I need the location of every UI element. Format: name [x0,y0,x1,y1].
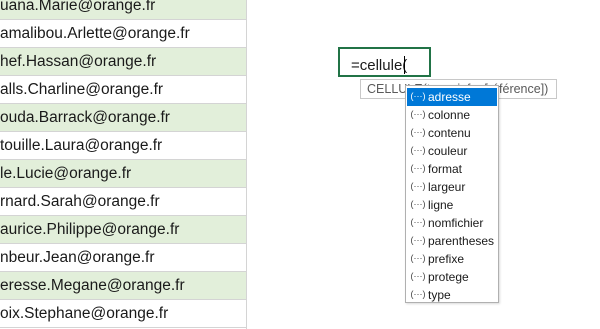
autocomplete-item-protege[interactable]: (···) protege [407,268,497,286]
autocomplete-item-label: parentheses [428,234,495,248]
cell-text: nbeur.Jean@orange.fr [0,249,155,266]
argument-icon: (···) [410,91,426,101]
cell-text: eresse.Megane@orange.fr [0,277,185,294]
text-caret [404,56,405,74]
autocomplete-item-label: format [428,162,463,176]
argument-icon: (···) [410,163,426,173]
autocomplete-item-ligne[interactable]: (···) ligne [407,196,497,214]
cell-a-email[interactable]: rnard.Sarah@orange.fr [0,188,246,216]
cell-a-email[interactable]: eresse.Megane@orange.fr [0,272,246,300]
cell-text: touille.Laura@orange.fr [0,137,163,154]
argument-icon: (···) [410,199,426,209]
argument-icon: (···) [410,181,426,191]
autocomplete-item-largeur[interactable]: (···) largeur [407,178,497,196]
cell-a-email[interactable]: uana.Marie@orange.fr [0,0,246,20]
cell-text: uana.Marie@orange.fr [0,0,156,14]
autocomplete-item-label: prefixe [428,252,465,266]
cell-text: aurice.Philippe@orange.fr [0,221,180,238]
cell-text: ouda.Barrack@orange.fr [0,109,170,126]
autocomplete-item-contenu[interactable]: (···) contenu [407,124,497,142]
autocomplete-item-label: adresse [428,90,471,104]
column-a: uana.Marie@orange.fr amalibou.Arlette@or… [0,0,247,329]
cell-a-email[interactable]: ouda.Barrack@orange.fr [0,104,246,132]
autocomplete-item-type[interactable]: (···) type [407,286,497,304]
autocomplete-item-label: protege [428,270,469,284]
cell-a-email[interactable]: nbeur.Jean@orange.fr [0,244,246,272]
argument-icon: (···) [410,271,426,281]
argument-icon: (···) [410,109,426,119]
autocomplete-item-parentheses[interactable]: (···) parentheses [407,232,497,250]
cell-a-email[interactable]: amalibou.Arlette@orange.fr [0,20,246,48]
formula-input-text[interactable]: =cellule( [351,57,407,74]
argument-icon: (···) [410,253,426,263]
autocomplete-item-couleur[interactable]: (···) couleur [407,142,497,160]
cell-a-email[interactable]: oix.Stephane@orange.fr [0,300,246,328]
argument-icon: (···) [410,235,426,245]
autocomplete-item-adresse[interactable]: (···) adresse [407,88,497,106]
autocomplete-item-format[interactable]: (···) format [407,160,497,178]
autocomplete-item-label: contenu [428,126,471,140]
argument-icon: (···) [410,145,426,155]
cell-a-email[interactable]: le.Lucie@orange.fr [0,160,246,188]
autocomplete-item-label: type [428,288,451,302]
cell-a-email[interactable]: touille.Laura@orange.fr [0,132,246,160]
argument-icon: (···) [410,289,426,299]
cell-text: oix.Stephane@orange.fr [0,305,169,322]
autocomplete-item-nomfichier[interactable]: (···) nomfichier [407,214,497,232]
cell-text: alls.Charline@orange.fr [0,81,164,98]
autocomplete-item-prefixe[interactable]: (···) prefixe [407,250,497,268]
cell-text: rnard.Sarah@orange.fr [0,193,160,210]
autocomplete-item-label: ligne [428,198,454,212]
cell-text: amalibou.Arlette@orange.fr [0,25,190,42]
argument-icon: (···) [410,217,426,227]
cell-text: le.Lucie@orange.fr [0,165,132,182]
autocomplete-item-label: couleur [428,144,468,158]
autocomplete-item-label: colonne [428,108,471,122]
cell-a-email[interactable]: aurice.Philippe@orange.fr [0,216,246,244]
cell-a-email[interactable]: alls.Charline@orange.fr [0,76,246,104]
autocomplete-list[interactable]: (···) adresse (···) colonne (···) contenu (… [405,85,499,303]
argument-icon: (···) [410,127,426,137]
cell-text: hef.Hassan@orange.fr [0,53,157,70]
autocomplete-item-label: nomfichier [428,216,484,230]
autocomplete-item-colonne[interactable]: (···) colonne [407,106,497,124]
cell-a-email[interactable]: hef.Hassan@orange.fr [0,48,246,76]
spreadsheet-grid[interactable]: uana.Marie@orange.fr amalibou.Arlette@or… [0,0,600,329]
autocomplete-item-label: largeur [428,180,466,194]
